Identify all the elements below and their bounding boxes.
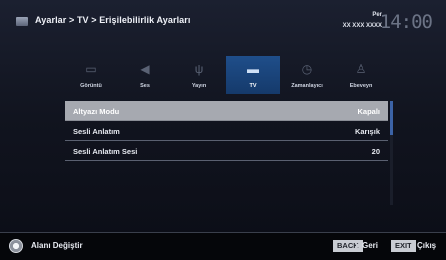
breadcrumb: Ayarlar > TV > Erişilebilirlik Ayarları bbox=[35, 15, 191, 25]
antenna-icon: ψ bbox=[194, 62, 204, 76]
exit-label[interactable]: Çıkış bbox=[417, 241, 436, 250]
scrollbar[interactable] bbox=[390, 101, 393, 205]
time-label: 14:00 bbox=[379, 11, 433, 33]
setting-label: Altyazı Modu bbox=[73, 107, 120, 116]
setting-value: Kapalı bbox=[357, 107, 380, 116]
tab-label: Yayın bbox=[191, 83, 207, 89]
tab-label: TV bbox=[249, 83, 257, 89]
navigation-pad-icon bbox=[9, 239, 23, 253]
clock: Per XX XXX XXXX 14:00 bbox=[326, 8, 436, 38]
setting-label: Sesli Anlatım bbox=[73, 127, 120, 136]
picture-icon: ▭ bbox=[85, 62, 97, 76]
tab-parental[interactable]: ♙ Ebeveyn bbox=[334, 56, 388, 94]
tab-sound[interactable]: ◀ Ses bbox=[118, 56, 172, 94]
settings-tabs: ▭ Görüntü ◀ Ses ψ Yayın ▬ TV ◷ Zamanlayı… bbox=[64, 56, 390, 94]
date-label: XX XXX XXXX bbox=[342, 23, 382, 29]
back-arrow-icon bbox=[356, 243, 360, 249]
setting-audio-description-volume[interactable]: Sesli Anlatım Sesi 20 bbox=[65, 141, 388, 161]
tab-label: Ses bbox=[140, 83, 150, 89]
scrollbar-thumb[interactable] bbox=[390, 101, 393, 135]
exit-arrow-icon bbox=[411, 243, 415, 249]
tab-label: Görüntü bbox=[80, 83, 102, 89]
setting-value: 20 bbox=[371, 147, 380, 156]
setting-label: Sesli Anlatım Sesi bbox=[73, 147, 138, 156]
setting-subtitle-mode[interactable]: Altyazı Modu Kapalı bbox=[65, 101, 388, 121]
back-label[interactable]: Geri bbox=[362, 241, 378, 250]
change-area-hint: Alanı Değiştir bbox=[31, 241, 83, 250]
setting-audio-description[interactable]: Sesli Anlatım Karışık bbox=[65, 121, 388, 141]
tab-broadcast[interactable]: ψ Yayın bbox=[172, 56, 226, 94]
tab-picture[interactable]: ▭ Görüntü bbox=[64, 56, 118, 94]
footer: Alanı Değiştir BACK Geri EXIT Çıkış bbox=[0, 232, 446, 260]
header: Ayarlar > TV > Erişilebilirlik Ayarları … bbox=[0, 0, 446, 44]
menu-icon bbox=[16, 17, 28, 26]
tab-label: Zamanlayıcı bbox=[291, 83, 323, 89]
timer-icon: ◷ bbox=[301, 62, 313, 76]
setting-value: Karışık bbox=[354, 127, 380, 136]
tv-icon: ▬ bbox=[247, 62, 259, 76]
tab-timer[interactable]: ◷ Zamanlayıcı bbox=[280, 56, 334, 94]
tab-tv[interactable]: ▬ TV bbox=[226, 56, 280, 94]
speaker-icon: ◀ bbox=[140, 62, 150, 76]
tab-label: Ebeveyn bbox=[349, 83, 373, 89]
parental-lock-icon: ♙ bbox=[355, 62, 367, 76]
settings-list: Altyazı Modu Kapalı Sesli Anlatım Karışı… bbox=[65, 101, 388, 161]
tv-settings-screen: Ayarlar > TV > Erişilebilirlik Ayarları … bbox=[0, 0, 446, 260]
